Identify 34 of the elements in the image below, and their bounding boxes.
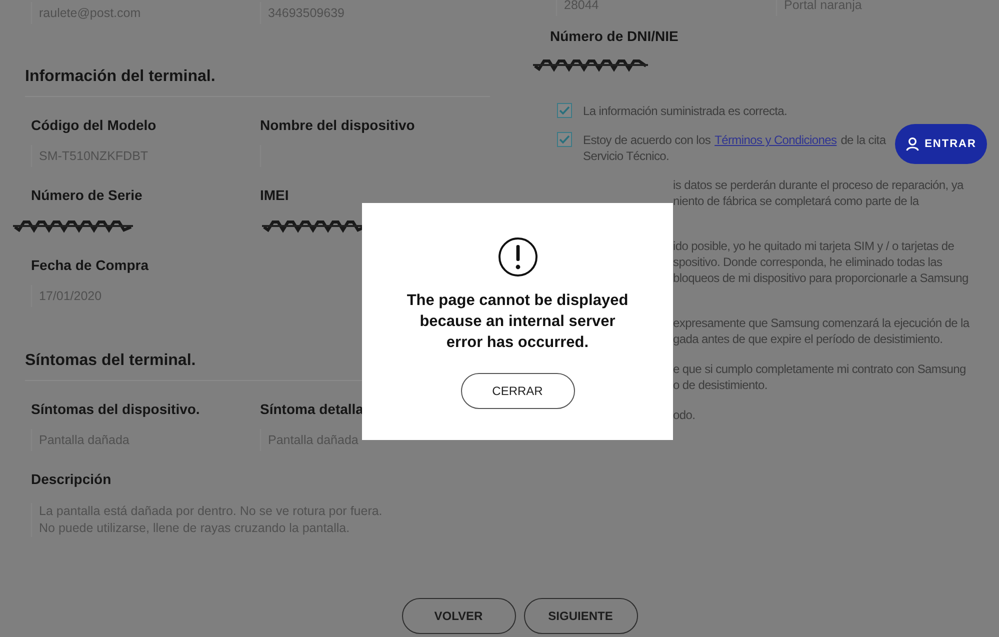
field-label: Número de DNI/NIE: [550, 27, 680, 46]
field-label: Código del Modelo: [31, 116, 158, 135]
field-label: Número de Serie: [31, 186, 144, 205]
login-button[interactable]: ENTRAR: [895, 124, 987, 164]
error-message: The page cannot be displayed because an internal server error has occurred.: [406, 291, 630, 353]
field-label: Fecha de Compra: [31, 256, 150, 275]
checkbox-label: La información suministrada es correcta.: [583, 103, 788, 119]
person-icon: [906, 137, 919, 151]
field-label: Nombre del dispositivo: [260, 116, 416, 135]
checkbox-label: de la cita: [840, 132, 886, 148]
checkbox-label: Estoy de acuerdo con los: [583, 132, 711, 148]
checkbox[interactable]: [557, 103, 572, 118]
section-heading: Información del terminal.: [25, 68, 490, 97]
field-label: IMEI: [260, 186, 290, 205]
terms-link[interactable]: Términos y Condiciones: [714, 132, 837, 148]
checkbox-label: ido posible, yo he quitado mi tarjeta SIM y / o tarjetas de: [673, 238, 954, 254]
field-label: Síntoma detalla: [260, 400, 364, 419]
checkbox-label: odo.: [673, 407, 696, 423]
checkbox-label: bloqueos de mi dispositivo para proporcionarle a Samsung: [673, 270, 968, 286]
field-label: Síntomas del dispositivo.: [31, 400, 201, 419]
close-button[interactable]: CERRAR: [460, 373, 574, 409]
checkbox-label: niento de fábrica se completará como parte de la: [673, 193, 919, 209]
warning-icon: [498, 237, 538, 277]
checkbox-label: o de desistimiento.: [673, 377, 768, 393]
field-label: Descripción: [31, 470, 112, 489]
nav-button[interactable]: SIGUIENTE: [524, 598, 638, 634]
nav-button[interactable]: VOLVER: [402, 598, 516, 634]
checkbox-label: gada antes de que expire el período de desistimiento.: [673, 331, 943, 347]
checkbox-label: e que si cumplo completamente mi contrato con Samsung: [673, 361, 966, 377]
checkbox[interactable]: [557, 132, 572, 147]
checkbox-label: expresamente que Samsung comenzará la ejecución de la: [673, 315, 970, 331]
checkbox-label: Servicio Técnico.: [583, 148, 670, 164]
checkbox-label: is datos se perderán durante el proceso de reparación, ya: [673, 177, 964, 193]
checkbox-label: spositivo. Donde corresponda, he eliminado todas las: [673, 254, 942, 270]
